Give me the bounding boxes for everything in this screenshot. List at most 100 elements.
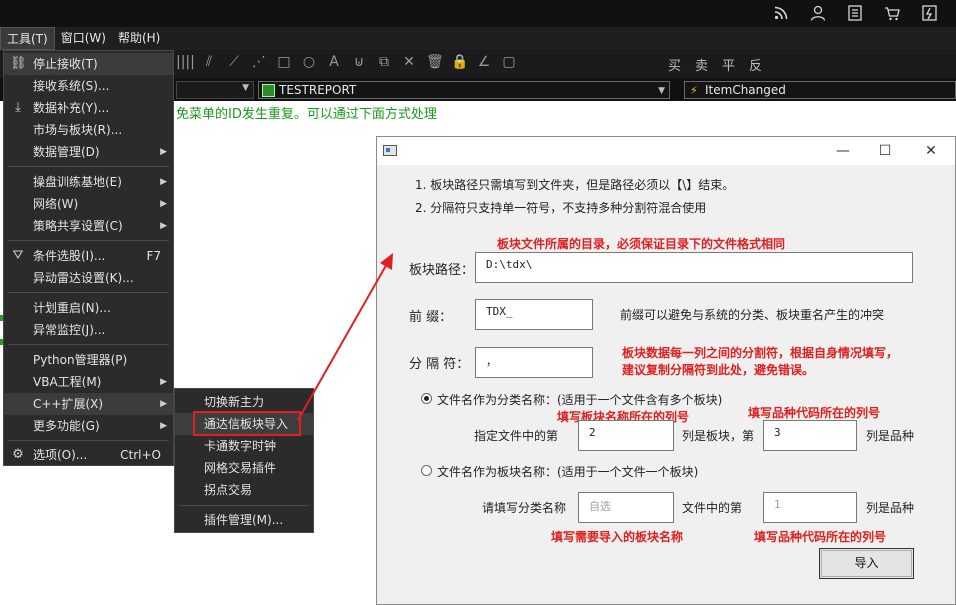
- shortcut-label: F7: [146, 249, 161, 263]
- submenu-item-plugin-manager[interactable]: 插件管理(M)...: [175, 509, 313, 531]
- sell-button[interactable]: 卖: [695, 55, 708, 74]
- text-tool-icon[interactable]: A: [326, 54, 342, 70]
- file-column-input[interactable]: 1: [763, 492, 857, 523]
- menu-item-training-base[interactable]: 操盘训练基地(E) ▶: [4, 171, 173, 193]
- note-1: 1. 板块路径只需填写到文件夹，但是路径必须以【\】结束。: [415, 178, 735, 192]
- window-icon: [383, 145, 397, 156]
- submenu-item-grid-trading[interactable]: 网格交易插件: [175, 457, 313, 479]
- menu-item-label: 数据管理(D): [33, 145, 100, 159]
- prefix-label: 前 缀：: [409, 310, 453, 325]
- separator-input[interactable]: ，: [475, 347, 593, 378]
- menu-item-label: 网络(W): [33, 197, 79, 211]
- copy-icon[interactable]: ⧉: [376, 54, 392, 70]
- code-column-input[interactable]: 3: [763, 420, 857, 451]
- menu-item-data-supplement[interactable]: ⤓ 数据补充(Y)...: [4, 97, 173, 119]
- radio-filename-as-sector[interactable]: [421, 465, 432, 476]
- magnet-icon[interactable]: ⊍: [351, 54, 367, 70]
- menu-item-scheduled-restart[interactable]: 计划重启(N)...: [4, 297, 173, 319]
- app-icon[interactable]: [920, 4, 938, 22]
- radio-filename-as-category-label: 文件名作为分类名称：(适用于一个文件含有多个板块): [437, 393, 723, 407]
- submenu-arrow-icon: ▶: [160, 377, 167, 387]
- stock-icon: [262, 84, 275, 97]
- close-position-button[interactable]: 平: [722, 55, 735, 74]
- line-tool-icon[interactable]: ⟋: [226, 54, 242, 70]
- download-icon: ⤓: [15, 100, 21, 115]
- save-icon[interactable]: ▢: [501, 54, 517, 70]
- prefix-input[interactable]: TDX_: [475, 299, 593, 330]
- maximize-button[interactable]: ☐: [875, 141, 895, 161]
- menu-item-stop-receive[interactable]: ⛓ 停止接收(T): [4, 53, 173, 75]
- menu-item-data-management[interactable]: 数据管理(D) ▶: [4, 141, 173, 163]
- menu-item-label: 异常监控(J)...: [33, 323, 106, 337]
- reverse-button[interactable]: 反: [749, 55, 762, 74]
- parallel-tool-icon[interactable]: ⋰: [251, 54, 267, 70]
- document-icon[interactable]: [846, 4, 864, 22]
- menu-separator: [179, 505, 309, 506]
- bars-tool-icon[interactable]: ||||: [176, 54, 195, 70]
- file-column-label: 文件中的第: [682, 501, 743, 515]
- trash-icon[interactable]: 🗑: [426, 54, 444, 70]
- lock-icon[interactable]: 🔒: [451, 54, 468, 70]
- import-button[interactable]: 导入: [819, 548, 914, 579]
- separator-label: 分 隔 符：: [409, 357, 470, 372]
- menu-item-label: 操盘训练基地(E): [33, 175, 122, 189]
- lightning-icon: ⚡: [690, 84, 698, 97]
- menu-item-label: Python管理器(P): [33, 353, 128, 367]
- user-icon[interactable]: [809, 4, 827, 22]
- close-button[interactable]: ✕: [921, 141, 941, 161]
- chevron-down-icon: ▼: [242, 83, 249, 93]
- menu-window[interactable]: 窗口(W): [55, 27, 112, 50]
- annotation-sector-name: 填写需要导入的板块名称: [551, 530, 684, 544]
- background-text: 免菜单的ID发生重复。可以通过下面方式处理: [176, 107, 437, 122]
- event-select-value: ItemChanged: [705, 83, 786, 97]
- path-input[interactable]: D:\tdx\: [475, 252, 913, 283]
- submenu-item-cartoon-clock[interactable]: 卡通数字时钟: [175, 435, 313, 457]
- menu-item-market-sector[interactable]: 市场与板块(R)...: [4, 119, 173, 141]
- category-name-input[interactable]: 自选: [578, 492, 674, 523]
- menu-item-radar-settings[interactable]: 异动雷达设置(K)...: [4, 267, 173, 289]
- menu-item-vba-project[interactable]: VBA工程(M) ▶: [4, 371, 173, 393]
- chevron-down-icon: ▼: [658, 86, 665, 96]
- menu-item-cpp-extension[interactable]: C++扩展(X) ▶: [4, 393, 173, 415]
- path-label: 板块路径：: [409, 263, 475, 278]
- minimize-button[interactable]: —: [833, 141, 853, 161]
- category-name-label: 请填写分类名称: [482, 501, 567, 515]
- stock-select[interactable]: TESTREPORT ▼: [258, 81, 670, 99]
- menu-item-stock-screener[interactable]: ⛛ 条件选股(I)... F7: [4, 245, 173, 267]
- buy-button[interactable]: 买: [668, 55, 681, 74]
- sector-import-dialog: — ☐ ✕ 1. 板块路径只需填写到文件夹，但是路径必须以【\】结束。 2. 分…: [376, 136, 956, 605]
- rect-tool-icon[interactable]: □: [276, 54, 292, 70]
- menu-bar: 工具(T) 窗口(W) 帮助(H): [0, 27, 956, 50]
- menu-item-label: 条件选股(I)...: [33, 249, 106, 263]
- file-column-suffix: 列是品种: [866, 501, 915, 515]
- submenu-arrow-icon: ▶: [160, 421, 167, 431]
- radio-filename-as-category[interactable]: [421, 393, 432, 404]
- period-select[interactable]: ▼: [176, 81, 254, 99]
- circle-tool-icon[interactable]: ○: [301, 54, 317, 70]
- submenu-item-turning-point[interactable]: 拐点交易: [175, 479, 313, 501]
- menu-item-label: 策略共享设置(C): [33, 219, 123, 233]
- menu-item-options[interactable]: ⚙ 选项(O)... Ctrl+O: [4, 444, 173, 466]
- event-select[interactable]: ⚡ ItemChanged: [684, 81, 956, 99]
- sector-column-input[interactable]: 2: [578, 420, 674, 451]
- submenu-item-switch-main-force[interactable]: 切换新主力: [175, 391, 313, 413]
- submenu-arrow-icon: ▶: [160, 221, 167, 231]
- menu-item-more-functions[interactable]: 更多功能(G) ▶: [4, 415, 173, 437]
- menu-item-strategy-share[interactable]: 策略共享设置(C) ▶: [4, 215, 173, 237]
- menu-separator: [8, 292, 169, 293]
- fan-tool-icon[interactable]: ⫽: [201, 54, 217, 70]
- menu-tools[interactable]: 工具(T): [0, 27, 55, 50]
- menu-item-network[interactable]: 网络(W) ▶: [4, 193, 173, 215]
- menu-help[interactable]: 帮助(H): [112, 27, 166, 50]
- delete-icon[interactable]: ✕: [401, 54, 417, 70]
- stock-select-value: TESTREPORT: [279, 83, 357, 97]
- rss-icon[interactable]: [772, 4, 790, 22]
- menu-item-python-manager[interactable]: Python管理器(P): [4, 349, 173, 371]
- menu-item-exception-monitor[interactable]: 异常监控(J)...: [4, 319, 173, 341]
- menu-item-label: 接收系统(S)...: [33, 79, 110, 93]
- menu-separator: [8, 240, 169, 241]
- cart-icon[interactable]: [883, 4, 901, 22]
- angle-tool-icon[interactable]: ∠: [476, 54, 492, 70]
- menu-item-receive-system[interactable]: 接收系统(S)...: [4, 75, 173, 97]
- code-column-label: 列是板块，第: [682, 429, 755, 443]
